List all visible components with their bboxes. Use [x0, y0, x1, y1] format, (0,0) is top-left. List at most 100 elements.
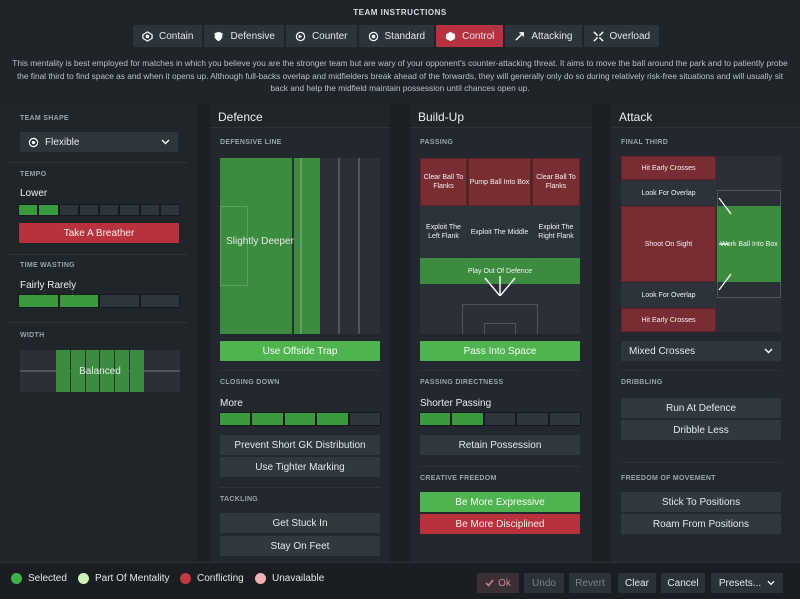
tempo-slider[interactable] [18, 204, 180, 216]
use-offside-trap-button[interactable]: Use Offside Trap [220, 341, 380, 361]
defensive-line-value: Slightly Deeper [226, 236, 294, 247]
pass-into-space-button[interactable]: Pass Into Space [420, 341, 580, 361]
bar-segment [79, 205, 98, 215]
ok-button[interactable]: Ok [477, 573, 519, 593]
tab-label: Control [462, 30, 495, 42]
passing-directness-label: PASSING DIRECTNESS [420, 379, 504, 386]
tab-contain[interactable]: Contain [133, 25, 203, 47]
check-icon [485, 579, 494, 587]
divider [220, 487, 380, 488]
bar-segment [452, 413, 483, 425]
build-up-title: Build-Up [410, 104, 592, 128]
closing-down-slider[interactable] [219, 412, 381, 426]
header: TEAM INSTRUCTIONS Contain Defensive Coun… [0, 0, 800, 104]
legend-part-of-mentality: Part Of Mentality [78, 573, 169, 584]
roam-from-positions-button[interactable]: Roam From Positions [621, 514, 781, 534]
tab-counter[interactable]: Counter [285, 25, 357, 47]
use-tighter-marking-button[interactable]: Use Tighter Marking [220, 457, 380, 477]
attacking-icon [515, 31, 525, 41]
final-third-label: FINAL THIRD [621, 139, 669, 146]
width-value: Balanced [79, 365, 121, 377]
take-a-breather-button[interactable]: Take A Breather [19, 223, 179, 243]
defensive-line-label: DEFENSIVE LINE [220, 139, 282, 146]
revert-button[interactable]: Revert [569, 573, 611, 593]
be-more-expressive-button[interactable]: Be More Expressive [420, 492, 580, 512]
cancel-button[interactable]: Cancel [661, 573, 705, 593]
legend-unavailable: Unavailable [255, 573, 324, 584]
stick-to-positions-button[interactable]: Stick To Positions [621, 492, 781, 512]
tab-defensive[interactable]: Defensive [204, 25, 284, 47]
clear-ball-left-zone[interactable]: Clear Ball To Flanks [420, 158, 467, 206]
legend-conflicting: Conflicting [180, 573, 244, 584]
time-wasting-label: TIME WASTING [20, 262, 75, 269]
bar-segment [140, 295, 179, 307]
bar-segment [100, 205, 119, 215]
arrow-icon [484, 276, 516, 296]
retain-possession-button[interactable]: Retain Possession [420, 435, 580, 455]
bar-segment [420, 413, 451, 425]
mentality-tabs: Contain Defensive Counter Standard Contr… [133, 25, 660, 47]
dribble-less-button[interactable]: Dribble Less [621, 420, 781, 440]
tab-control[interactable]: Control [436, 25, 504, 47]
team-shape-dropdown[interactable]: Flexible [20, 132, 178, 152]
exploit-right-zone[interactable]: Exploit The Right Flank [532, 207, 580, 257]
exploit-left-zone[interactable]: Exploit The Left Flank [420, 207, 467, 257]
legend-label: Selected [28, 573, 67, 584]
be-more-disciplined-button[interactable]: Be More Disciplined [420, 514, 580, 534]
chevron-down-icon [767, 580, 775, 586]
run-at-defence-button[interactable]: Run At Defence [621, 398, 781, 418]
pump-ball-zone[interactable]: Pump Ball Into Box [468, 158, 531, 206]
attack-panel: Attack FINAL THIRD Hit Early Crosses Loo… [611, 104, 800, 562]
divider [8, 162, 188, 163]
tempo-value: Lower [20, 188, 48, 199]
shoot-on-sight-zone[interactable]: Shoot On Sight [621, 206, 716, 282]
prevent-short-gk-button[interactable]: Prevent Short GK Distribution [220, 435, 380, 455]
crosses-dropdown[interactable]: Mixed Crosses [621, 341, 781, 361]
tab-standard[interactable]: Standard [358, 25, 435, 47]
ok-label: Ok [498, 577, 511, 589]
tackling-label: TACKLING [220, 496, 259, 503]
creative-freedom-label: CREATIVE FREEDOM [420, 475, 497, 482]
tab-label: Counter [311, 30, 348, 42]
legend-dot [180, 573, 191, 584]
width-pitch[interactable]: Balanced [20, 350, 180, 392]
team-shape-value: Flexible [45, 136, 80, 148]
divider [420, 370, 580, 371]
time-wasting-slider[interactable] [18, 294, 180, 308]
divider [420, 466, 580, 467]
legend-dot [11, 573, 22, 584]
presets-button[interactable]: Presets... [711, 573, 783, 593]
legend-selected: Selected [11, 573, 67, 584]
tab-attacking[interactable]: Attacking [505, 25, 582, 47]
closing-down-label: CLOSING DOWN [220, 379, 280, 386]
get-stuck-in-button[interactable]: Get Stuck In [220, 513, 380, 533]
presets-label: Presets... [718, 577, 762, 589]
passing-directness-slider[interactable] [419, 412, 581, 426]
clear-ball-right-zone[interactable]: Clear Ball To Flanks [532, 158, 580, 206]
legend-label: Unavailable [272, 573, 325, 584]
hit-early-crosses-bottom-zone[interactable]: Hit Early Crosses [621, 308, 716, 332]
divider [220, 370, 380, 371]
footer: Selected Part Of Mentality Conflicting U… [0, 562, 800, 599]
clear-button[interactable]: Clear [618, 573, 656, 593]
final-third-pitch: Hit Early Crosses Look For Overlap Shoot… [621, 156, 781, 332]
look-for-overlap-bottom-zone[interactable]: Look For Overlap [621, 283, 716, 307]
look-for-overlap-top-zone[interactable]: Look For Overlap [621, 181, 716, 205]
counter-icon [295, 31, 306, 41]
chevron-down-icon [161, 139, 170, 145]
undo-button[interactable]: Undo [524, 573, 564, 593]
divider [621, 462, 781, 463]
chevron-down-icon [764, 348, 773, 354]
hit-early-crosses-top-zone[interactable]: Hit Early Crosses [621, 156, 716, 180]
divider [621, 370, 781, 371]
arrow-icon [718, 197, 732, 291]
stay-on-feet-button[interactable]: Stay On Feet [220, 536, 380, 556]
tab-label: Standard [384, 30, 426, 42]
exploit-middle-zone[interactable]: Exploit The Middle [468, 207, 531, 257]
bar-segment [19, 205, 38, 215]
team-shape-label: TEAM SHAPE [20, 115, 69, 122]
tab-overload[interactable]: Overload [583, 25, 660, 47]
bar-segment [140, 205, 159, 215]
defensive-line-pitch[interactable]: Slightly Deeper [220, 158, 380, 334]
page-title: TEAM INSTRUCTIONS [353, 8, 447, 17]
